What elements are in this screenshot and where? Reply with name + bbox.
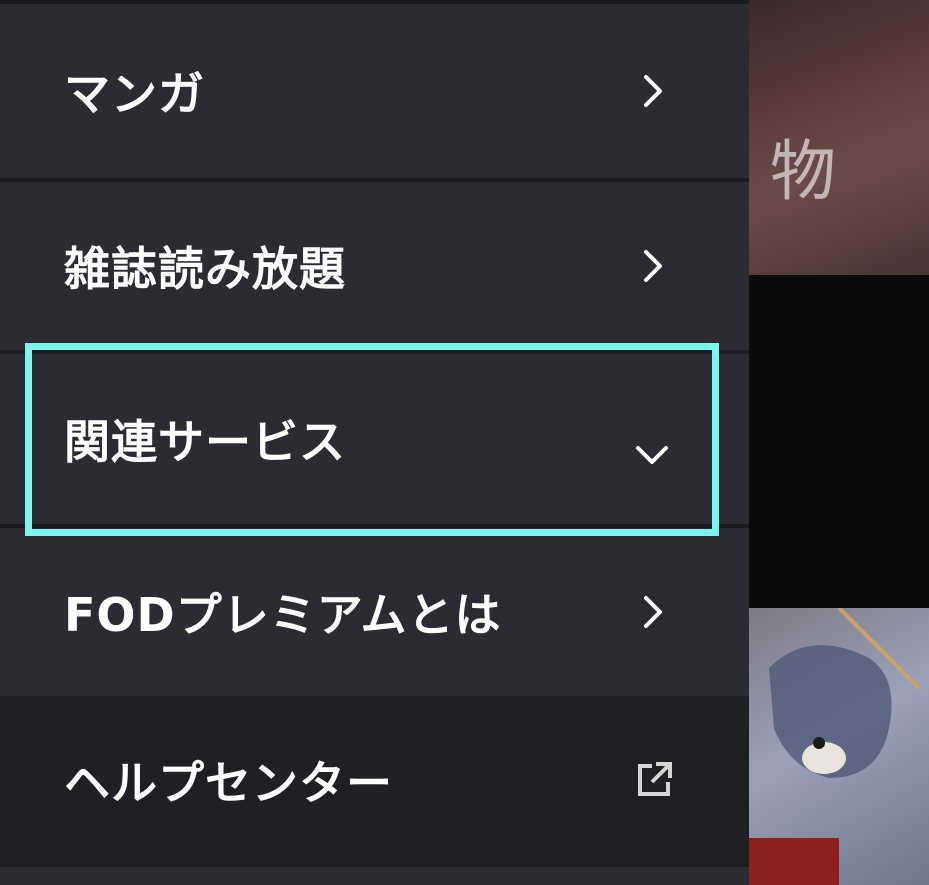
chevron-right-icon <box>644 75 662 107</box>
menu-bottom-spacer <box>0 867 749 885</box>
background-dark-panel <box>749 275 929 608</box>
external-link-icon <box>638 762 672 796</box>
menu-item-label: マンガ <box>64 67 205 121</box>
focus-highlight <box>25 343 719 536</box>
menu-item-manga[interactable]: マンガ <box>0 4 749 178</box>
chevron-right-icon <box>644 596 662 628</box>
menu-item-help-center[interactable]: ヘルプセンター <box>0 696 749 864</box>
menu-item-label: 雑誌読み放題 <box>64 242 346 296</box>
menu-item-label: FODプレミアムとは <box>64 588 502 642</box>
menu-item-magazines[interactable]: 雑誌読み放題 <box>0 182 749 350</box>
menu-item-label: ヘルプセンター <box>64 756 393 810</box>
background-poster-bottom <box>749 608 929 885</box>
chevron-right-icon <box>644 250 662 282</box>
menu-item-fod-premium[interactable]: FODプレミアムとは <box>0 528 749 696</box>
background-poster-text: 物 <box>770 133 840 210</box>
